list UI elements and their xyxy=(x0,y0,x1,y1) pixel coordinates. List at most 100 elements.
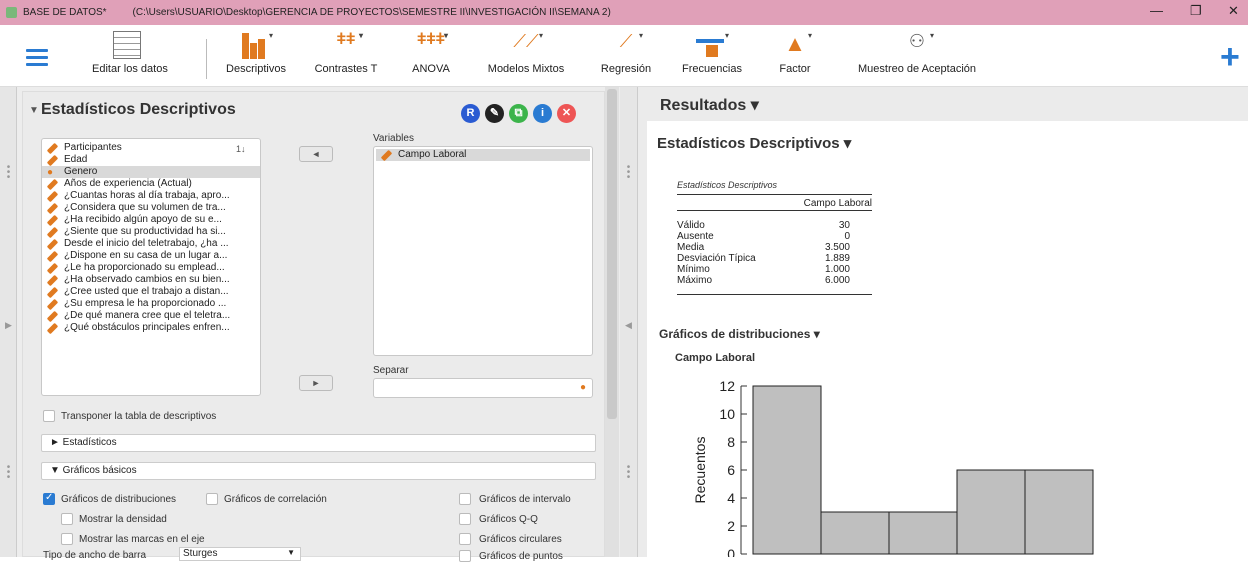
variable-item[interactable]: Desde el inicio del teletrabajo, ¿ha ... xyxy=(42,238,260,251)
variable-item[interactable]: ¿Cuantas horas al día trabaja, apro... xyxy=(42,190,260,203)
acceptance-sampling-button[interactable]: ⚇ ▾ Muestreo de Aceptación xyxy=(846,31,988,75)
variable-item[interactable]: ● Genero xyxy=(42,166,260,178)
stats-row: Válido 30 xyxy=(677,220,872,231)
basic-plots-section[interactable]: ▼ Gráficos básicos xyxy=(41,462,596,480)
bin-width-select[interactable]: Sturges ▼ xyxy=(179,547,301,561)
dot-plots-checkbox[interactable] xyxy=(459,550,471,562)
y-axis-label: Recuentos xyxy=(692,437,708,504)
expand-arrow-icon[interactable]: ▶ xyxy=(0,321,17,330)
stat-value: 3.500 xyxy=(824,242,850,253)
duplicate-icon[interactable]: ⧉ xyxy=(509,104,528,123)
results-header[interactable]: Resultados ▾ xyxy=(660,95,759,115)
close-window-button[interactable]: ✕ xyxy=(1228,3,1239,19)
show-rug-checkbox[interactable] xyxy=(61,533,73,545)
variable-item[interactable]: ¿De qué manera cree que el teletra... xyxy=(42,310,260,323)
distribution-plots-checkbox[interactable] xyxy=(43,492,55,505)
show-rug-label: Mostrar las marcas en el eje xyxy=(79,534,205,545)
variable-item[interactable]: ¿Dispone en su casa de un lugar a... xyxy=(42,250,260,263)
spreadsheet-icon xyxy=(113,31,141,59)
variables-target-box[interactable]: Campo Laboral xyxy=(373,146,593,356)
add-module-button[interactable]: + xyxy=(1220,40,1240,74)
info-icon[interactable]: i xyxy=(533,104,552,123)
interval-plots-checkbox[interactable] xyxy=(459,493,471,505)
stat-name: Válido xyxy=(677,220,705,231)
frequencies-icon: ▾ xyxy=(692,31,732,59)
frequencies-button[interactable]: ▾ Frecuencias xyxy=(676,31,748,75)
stats-row: Máximo 6.000 xyxy=(677,275,872,286)
edit-title-icon[interactable]: ✎ xyxy=(485,104,504,123)
descriptives-button[interactable]: ▾ Descriptivos xyxy=(218,31,294,75)
y-tick-label: 0 xyxy=(727,546,735,557)
scale-variable-icon xyxy=(380,149,393,162)
selected-variable[interactable]: Campo Laboral xyxy=(376,149,590,162)
variables-label: Variables xyxy=(373,133,414,144)
scale-variable-icon xyxy=(46,262,59,275)
stats-row: Mínimo 1.000 xyxy=(677,264,872,275)
results-section-title[interactable]: Estadísticos Descriptivos ▾ xyxy=(657,134,851,152)
app-logo-icon xyxy=(6,7,17,18)
r-syntax-icon[interactable]: R xyxy=(461,104,480,123)
variable-item[interactable]: ¿Considera que su volumen de tra... xyxy=(42,202,260,215)
correlation-plots-checkbox[interactable] xyxy=(206,493,218,505)
left-collapse-bar[interactable]: • • • ▶ • • • xyxy=(0,87,17,557)
acceptance-sampling-icon: ⚇ ▾ xyxy=(908,31,935,51)
collapse-panel-icon[interactable]: ▼ xyxy=(29,105,39,116)
source-variables-list[interactable]: 1↓ Participantes Edad ● Genero Años de exper… xyxy=(41,138,261,396)
qq-plots-label: Gráficos Q-Q xyxy=(479,514,538,525)
variable-item[interactable]: ¿Ha recibido algún apoyo de su e... xyxy=(42,214,260,227)
analysis-pane: • • • ▶ • • • ▼ Estadísticos Descriptivos R … xyxy=(0,87,620,562)
mixed-models-button[interactable]: ⟋⟋ ▾ Modelos Mixtos xyxy=(481,31,571,75)
factor-button[interactable]: ▲ ▾ Factor xyxy=(770,31,820,75)
regression-button[interactable]: ⟋ ▾ Regresión xyxy=(595,31,657,75)
minimize-button[interactable]: — xyxy=(1150,3,1163,18)
move-to-split-button[interactable]: ► xyxy=(299,375,333,391)
pie-charts-checkbox[interactable] xyxy=(459,533,471,545)
scale-variable-icon xyxy=(46,226,59,239)
scale-variable-icon xyxy=(46,286,59,299)
regression-icon: ⟋ ▾ xyxy=(619,31,644,51)
variable-item[interactable]: ¿Siente que su productividad ha si... xyxy=(42,226,260,239)
variable-item[interactable]: Años de experiencia (Actual) xyxy=(42,178,260,191)
variable-item[interactable]: ¿Le ha proporcionado su emplead... xyxy=(42,262,260,275)
panel-title: Estadísticos Descriptivos xyxy=(41,101,236,118)
anova-button[interactable]: ǂǂǂ ▾ ANOVA xyxy=(406,31,456,75)
interval-plots-label: Gráficos de intervalo xyxy=(479,494,571,505)
split-target-box[interactable]: ● xyxy=(373,378,593,398)
descriptives-options-panel: ▼ Estadísticos Descriptivos R ✎ ⧉ i ✕ 1↓… xyxy=(22,91,605,562)
scale-variable-icon xyxy=(46,250,59,263)
distribution-plots-label: Gráficos de distribuciones xyxy=(61,494,177,505)
menu-icon[interactable] xyxy=(26,49,48,70)
qq-plots-checkbox[interactable] xyxy=(459,513,471,525)
variable-item[interactable]: ¿Cree usted que el trabajo a distan... xyxy=(42,286,260,299)
options-scrollbar[interactable] xyxy=(605,87,619,557)
correlation-plots-label: Gráficos de correlación xyxy=(224,494,327,505)
variable-item[interactable]: ¿Ha observado cambios en su bien... xyxy=(42,274,260,287)
nominal-variable-icon: ● xyxy=(579,382,586,393)
variable-item[interactable]: Edad xyxy=(42,154,260,167)
move-to-variables-button[interactable]: ◄ xyxy=(299,146,333,162)
scale-variable-icon xyxy=(46,190,59,203)
variable-item[interactable]: Participantes xyxy=(42,142,260,155)
window-path: (C:\Users\USUARIO\Desktop\GERENCIA DE PR… xyxy=(132,7,611,18)
show-density-checkbox[interactable] xyxy=(61,513,73,525)
plots-header[interactable]: Gráficos de distribuciones ▾ xyxy=(659,327,820,341)
stat-value: 1.000 xyxy=(824,264,850,275)
collapse-arrow-icon[interactable]: ◀ xyxy=(620,321,637,330)
scale-variable-icon xyxy=(46,310,59,323)
stats-row: Ausente 0 xyxy=(677,231,872,242)
restore-button[interactable]: ❐ xyxy=(1190,3,1202,19)
close-analysis-icon[interactable]: ✕ xyxy=(557,104,576,123)
toolbar: Editar los datos ▾ Descriptivos ǂǂ ▾ Cont… xyxy=(0,25,1248,87)
histogram-bar xyxy=(888,511,958,555)
y-tick-label: 8 xyxy=(727,434,735,450)
edit-data-button[interactable]: Editar los datos xyxy=(92,31,168,75)
histogram-bar xyxy=(956,469,1026,555)
stat-value: 0 xyxy=(844,231,850,242)
transpose-checkbox[interactable] xyxy=(43,410,55,422)
right-collapse-bar[interactable]: • • • ◀ • • • xyxy=(620,87,638,557)
stat-name: Media xyxy=(677,242,705,253)
ttest-button[interactable]: ǂǂ ▾ Contrastes T xyxy=(306,31,386,75)
variable-item[interactable]: ¿Su empresa le ha proporcionado ... xyxy=(42,298,260,311)
statistics-section[interactable]: ► Estadísticos xyxy=(41,434,596,452)
variable-item[interactable]: ¿Qué obstáculos principales enfren... xyxy=(42,322,260,335)
